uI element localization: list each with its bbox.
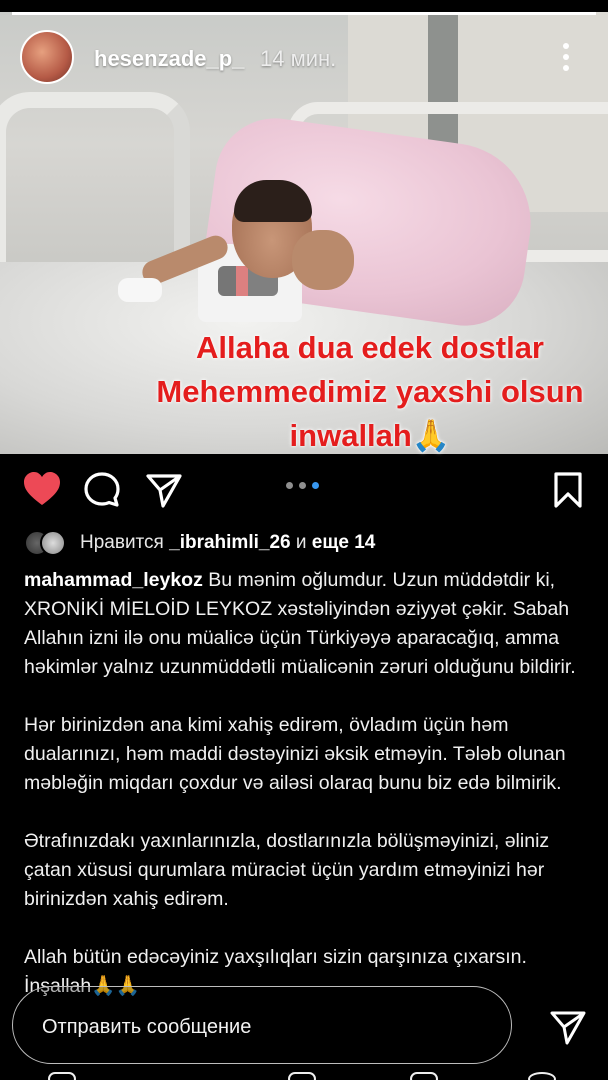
comment-icon[interactable] [82,470,122,510]
home-icon[interactable] [48,1072,76,1080]
activity-icon[interactable] [410,1072,438,1080]
action-bar [0,460,608,516]
message-send-icon[interactable] [548,1008,588,1046]
caption-paragraph: Hər birinizdən ana kimi xahiş edirəm, öv… [24,714,566,794]
story-username[interactable]: hesenzade_p_ [94,46,244,72]
send-icon[interactable] [144,470,184,510]
more-options-icon[interactable] [554,40,578,74]
story-overlay-text: Allaha dua edek dostlar Mehemmedimiz yax… [120,326,608,458]
bookmark-icon[interactable] [550,470,590,510]
carousel-dot [299,482,306,489]
message-placeholder: Отправить сообщение [42,1016,252,1038]
likes-others[interactable]: еще 14 [312,532,376,553]
caption-username[interactable]: mahammad_leykoz [24,569,203,591]
story-progress-bar [12,12,596,15]
overlay-line: Allaha dua edek dostlar [196,330,544,365]
carousel-dots [286,482,319,489]
likes-row[interactable]: Нравится _ibrahimli_26 и еще 14 [24,528,375,558]
likes-mid: и [295,532,307,553]
liker-avatar [40,530,66,556]
likes-prefix: Нравится [80,532,164,553]
bandage [118,278,162,302]
overlay-line: Mehemmedimiz yaxshi olsun [156,374,584,409]
caption-paragraph: Ətrafınızdakı yaxınlarınızla, dostlarını… [24,830,550,910]
carousel-dot-active [312,482,319,489]
carousel-dot [286,482,293,489]
post-caption: mahammad_leykoz Bu mənim oğlumdur. Uzun … [24,566,594,1030]
reels-icon[interactable] [288,1072,316,1080]
story-progress-fill [12,12,596,15]
caption-paragraph: mahammad_leykoz Bu mənim oğlumdur. Uzun … [24,566,594,682]
likes-text: Нравится _ibrahimli_26 и еще 14 [80,532,375,554]
story-avatar[interactable] [20,30,74,84]
likes-user[interactable]: _ibrahimli_26 [169,532,290,553]
heart-icon[interactable] [22,470,62,510]
overlay-line: inwallah🙏 [289,418,451,453]
story-timestamp: 14 мин. [260,46,337,71]
bottom-nav-peek [0,1068,608,1080]
profile-icon[interactable] [528,1072,556,1080]
child-arm-right [292,230,354,290]
